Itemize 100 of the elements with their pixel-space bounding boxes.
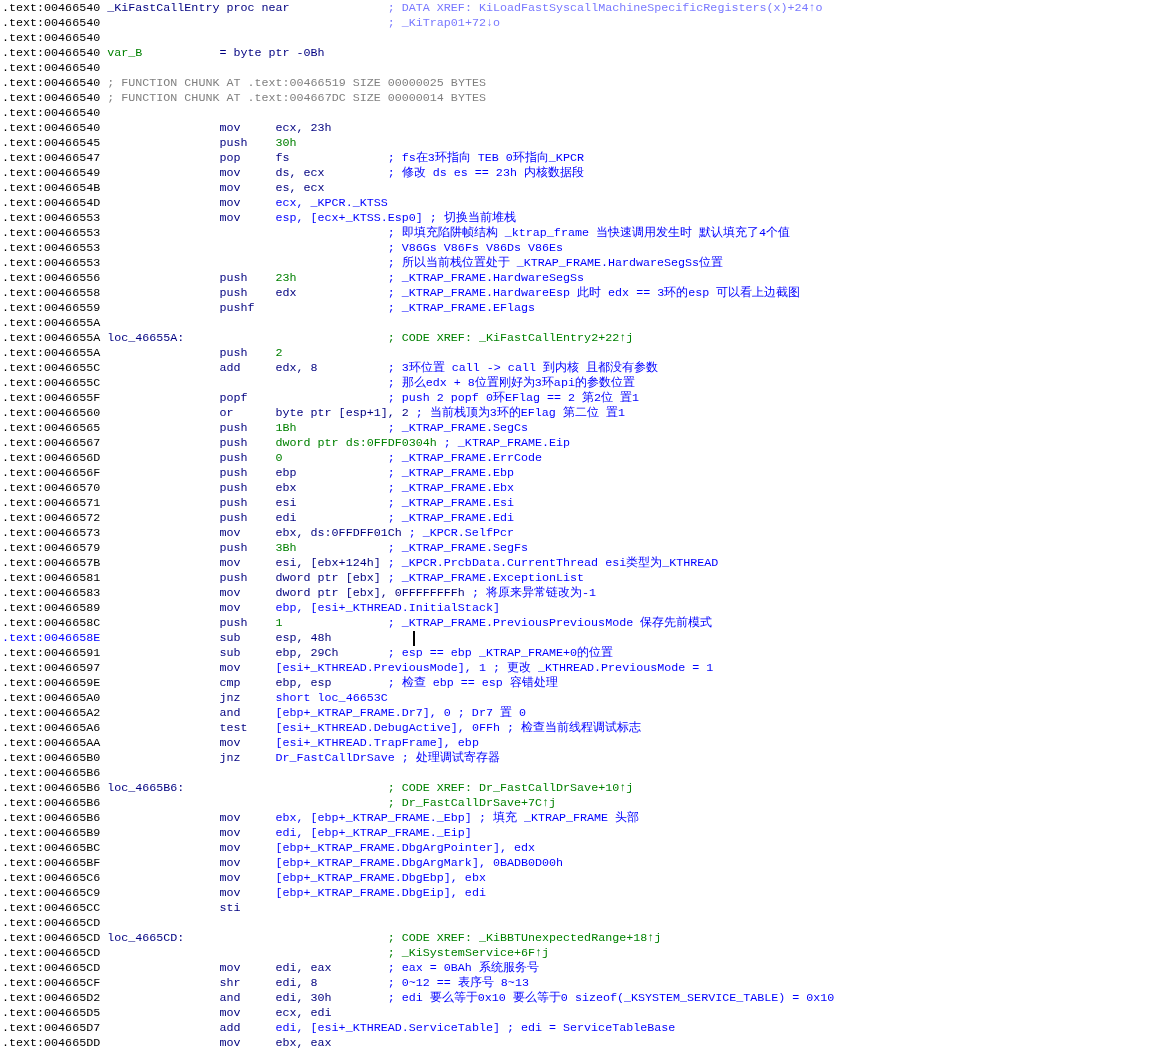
code-comment: ; Dr_FastCallDrSave+7C↑j	[387, 796, 557, 811]
instruction-operands: ecx, edi	[275, 1006, 332, 1020]
line-address: .text:004665D5	[2, 1006, 101, 1020]
code-label: _KiFastCallEntry proc near	[107, 1, 290, 15]
instruction-operands: esp, [ecx+_KTSS.Esp0]	[275, 211, 423, 225]
instruction-mnemonic: push	[219, 511, 248, 525]
instruction-mnemonic: push	[219, 466, 248, 480]
line-address: .text:00466572	[2, 511, 101, 525]
line-address: .text:00466540	[2, 16, 101, 30]
line-address: .text:0046655A	[2, 346, 101, 360]
instruction-mnemonic: push	[219, 496, 248, 510]
instruction-mnemonic: or	[219, 406, 234, 420]
instruction-mnemonic: jnz	[219, 691, 241, 705]
instruction-mnemonic: pop	[219, 151, 241, 165]
instruction-mnemonic: add	[219, 361, 241, 375]
instruction-operands: 1Bh	[275, 421, 297, 435]
line-address: .text:004665C6	[2, 871, 101, 885]
instruction-mnemonic: mov	[219, 1036, 241, 1050]
code-comment: ; 修改 ds es == 23h 内核数据段	[387, 166, 584, 181]
instruction-operands: [esi+_KTHREAD.PreviousMode], 1	[275, 661, 486, 675]
line-address: .text:00466553	[2, 226, 101, 240]
line-address: .text:004665A6	[2, 721, 101, 735]
line-address: .text:00466553	[2, 256, 101, 270]
line-address: .text:004665BC	[2, 841, 101, 855]
instruction-operands: ds, ecx	[275, 166, 325, 180]
instruction-mnemonic: popf	[219, 391, 248, 405]
instruction-operands: [esi+_KTHREAD.DebugActive], 0FFh	[275, 721, 500, 735]
instruction-operands: dword ptr [ebx], 0FFFFFFFFh	[275, 586, 465, 600]
instruction-operands: [ebp+_KTRAP_FRAME.DbgEip], edi	[275, 886, 486, 900]
instruction-operands: edi, 30h	[275, 991, 332, 1005]
instruction-operands: edx, 8	[275, 361, 318, 375]
code-comment: ; _KPCR.PrcbData.CurrentThread esi类型为_KTHREAD	[387, 556, 719, 571]
instruction-mnemonic: push	[219, 436, 248, 450]
line-address: .text:00466579	[2, 541, 101, 555]
instruction-mnemonic: cmp	[219, 676, 241, 690]
code-comment: ; 检查当前线程调试标志	[506, 721, 641, 736]
instruction-mnemonic: mov	[219, 841, 241, 855]
line-address: .text:0046655C	[2, 376, 101, 390]
instruction-operands: ebp, 29Ch	[275, 646, 339, 660]
line-address: .text:004665A2	[2, 706, 101, 720]
instruction-operands: byte ptr [esp+1], 2	[275, 406, 409, 420]
code-comment: ; 当前栈顶为3环的EFlag 第二位 置1	[415, 406, 625, 421]
line-address: .text:0046658C	[2, 616, 101, 630]
instruction-operands: esi, [ebx+124h]	[275, 556, 381, 570]
line-address: .text:00466583	[2, 586, 101, 600]
instruction-operands: edi, [esi+_KTHREAD.ServiceTable]	[275, 1021, 500, 1035]
text-cursor-icon	[413, 631, 415, 646]
instruction-mnemonic: mov	[219, 601, 241, 615]
instruction-operands: fs	[275, 151, 290, 165]
instruction-operands: ebp, [esi+_KTHREAD.InitialStack]	[275, 601, 500, 615]
line-address: .text:004665CD	[2, 931, 101, 945]
code-comment: ; 0~12 == 表序号 8~13	[387, 976, 529, 991]
instruction-operands: 30h	[275, 136, 297, 150]
instruction-mnemonic: push	[219, 271, 248, 285]
line-address: .text:00466565	[2, 421, 101, 435]
code-comment: ; 检查 ebp == esp 容错处理	[387, 676, 558, 691]
line-address: .text:004665CF	[2, 976, 101, 990]
line-address: .text:00466558	[2, 286, 101, 300]
code-comment: ; DATA XREF: KiLoadFastSyscallMachineSpecificRegisters(x)+24↑o	[387, 1, 823, 16]
instruction-mnemonic: mov	[219, 826, 241, 840]
line-address: .text:00466597	[2, 661, 101, 675]
instruction-operands: dword ptr ds:0FFDF0304h	[275, 436, 437, 450]
line-address: .text:0046656F	[2, 466, 101, 480]
line-address: .text:00466540	[2, 91, 101, 105]
instruction-mnemonic: and	[219, 706, 241, 720]
code-comment: ; 填充 _KTRAP_FRAME 头部	[478, 811, 640, 826]
line-address: .text:00466540	[2, 76, 101, 90]
line-address: .text:0046655A	[2, 331, 101, 345]
instruction-operands: esp, 48h	[275, 631, 332, 645]
instruction-operands: [ebp+_KTRAP_FRAME.DbgArgPointer], edx	[275, 841, 535, 855]
code-comment: ; _KTRAP_FRAME.Esi	[387, 496, 514, 511]
line-address: .text:00466540	[2, 46, 101, 60]
instruction-mnemonic: mov	[219, 211, 241, 225]
instruction-mnemonic: mov	[219, 856, 241, 870]
instruction-operands: short loc_46653C	[275, 691, 388, 705]
line-address: .text:00466547	[2, 151, 101, 165]
instruction-operands: ebx, [ebp+_KTRAP_FRAME._Ebp]	[275, 811, 472, 825]
instruction-mnemonic: push	[219, 286, 248, 300]
code-comment: ; _KTRAP_FRAME.PreviousPreviousMode 保存先前模式	[387, 616, 713, 631]
instruction-mnemonic: mov	[219, 886, 241, 900]
line-address: .text:00466589	[2, 601, 101, 615]
instruction-mnemonic: sti	[219, 901, 241, 915]
line-address: .text:0046659E	[2, 676, 101, 690]
code-comment: ; _KTRAP_FRAME.Edi	[387, 511, 514, 526]
line-address: .text:0046658E	[2, 631, 101, 645]
instruction-operands: ebp	[275, 466, 297, 480]
instruction-mnemonic: mov	[219, 166, 241, 180]
code-comment: ; 切换当前堆栈	[429, 211, 516, 226]
code-comment: ; _KTRAP_FRAME.ErrCode	[387, 451, 542, 466]
line-address: .text:00466553	[2, 211, 101, 225]
instruction-mnemonic: mov	[219, 1006, 241, 1020]
instruction-mnemonic: push	[219, 136, 248, 150]
code-comment: ; CODE XREF: _KiBBTUnexpectedRange+18↑j	[387, 931, 662, 946]
instruction-operands: edi	[275, 511, 297, 525]
code-comment: ; Dr7 置 0	[457, 706, 526, 721]
code-comment: ; edi = ServiceTableBase	[506, 1021, 676, 1036]
instruction-operands: 1	[275, 616, 283, 630]
line-address: .text:004665AA	[2, 736, 101, 750]
instruction-mnemonic: mov	[219, 526, 241, 540]
line-address: .text:00466581	[2, 571, 101, 585]
